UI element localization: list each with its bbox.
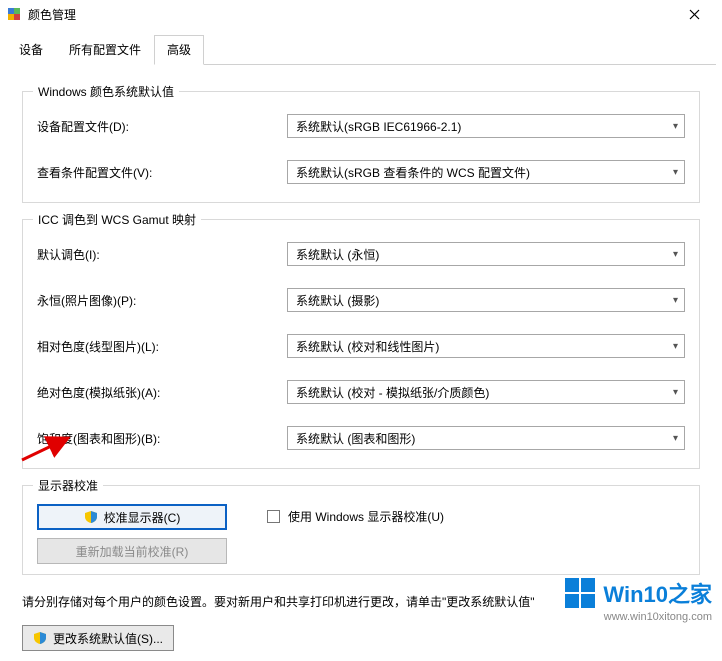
titlebar: 颜色管理 — [0, 0, 722, 28]
viewing-profile-value: 系统默认(sRGB 查看条件的 WCS 配置文件) — [296, 164, 530, 181]
reload-calibration-button[interactable]: 重新加载当前校准(R) — [37, 538, 227, 564]
relative-value: 系统默认 (校对和线性图片) — [296, 338, 439, 355]
device-profile-label: 设备配置文件(D): — [37, 118, 287, 135]
chevron-down-icon: ▾ — [673, 295, 678, 306]
calibration-row: 校准显示器(C) 重新加载当前校准(R) 使用 Windows 显示器校准(U) — [37, 504, 685, 564]
checkbox-box-icon — [267, 510, 280, 523]
watermark-brand-en: Win10 — [603, 582, 668, 607]
chevron-down-icon: ▾ — [673, 167, 678, 178]
relative-select[interactable]: 系统默认 (校对和线性图片) ▾ — [287, 334, 685, 358]
group-gamut-mapping: ICC 调色到 WCS Gamut 映射 默认调色(I): 系统默认 (永恒) … — [22, 219, 700, 469]
perceptual-value: 系统默认 (摄影) — [296, 292, 379, 309]
row-perceptual: 永恒(照片图像)(P): 系统默认 (摄影) ▾ — [37, 288, 685, 312]
saturation-label: 饱和度(图表和图形)(B): — [37, 430, 287, 447]
tab-advanced[interactable]: 高级 — [154, 35, 204, 65]
use-windows-calibration-checkbox[interactable]: 使用 Windows 显示器校准(U) — [267, 508, 444, 525]
tabstrip: 设备 所有配置文件 高级 — [0, 28, 722, 64]
viewing-profile-select[interactable]: 系统默认(sRGB 查看条件的 WCS 配置文件) ▾ — [287, 160, 685, 184]
row-viewing-profile: 查看条件配置文件(V): 系统默认(sRGB 查看条件的 WCS 配置文件) ▾ — [37, 160, 685, 184]
row-relative: 相对色度(线型图片)(L): 系统默认 (校对和线性图片) ▾ — [37, 334, 685, 358]
row-device-profile: 设备配置文件(D): 系统默认(sRGB IEC61966-2.1) ▾ — [37, 114, 685, 138]
saturation-select[interactable]: 系统默认 (图表和图形) ▾ — [287, 426, 685, 450]
group-calibration-legend: 显示器校准 — [33, 477, 103, 494]
saturation-value: 系统默认 (图表和图形) — [296, 430, 415, 447]
tab-content: Windows 颜色系统默认值 设备配置文件(D): 系统默认(sRGB IEC… — [0, 65, 722, 661]
relative-label: 相对色度(线型图片)(L): — [37, 338, 287, 355]
windows-logo-icon — [565, 578, 595, 608]
chevron-down-icon: ▾ — [673, 433, 678, 444]
watermark-brand: Win10之家 — [603, 577, 712, 609]
row-default-intent: 默认调色(I): 系统默认 (永恒) ▾ — [37, 242, 685, 266]
device-profile-select[interactable]: 系统默认(sRGB IEC61966-2.1) ▾ — [287, 114, 685, 138]
change-system-defaults-label: 更改系统默认值(S)... — [53, 630, 163, 647]
default-intent-label: 默认调色(I): — [37, 246, 287, 263]
absolute-label: 绝对色度(模拟纸张)(A): — [37, 384, 287, 401]
tab-device[interactable]: 设备 — [6, 35, 56, 65]
shield-icon — [33, 631, 47, 645]
watermark-url: www.win10xitong.com — [565, 611, 712, 623]
default-intent-select[interactable]: 系统默认 (永恒) ▾ — [287, 242, 685, 266]
group-display-calibration: 显示器校准 校准显示器(C) 重新加载当前校准(R) — [22, 485, 700, 575]
window-title: 颜色管理 — [28, 6, 672, 23]
perceptual-select[interactable]: 系统默认 (摄影) ▾ — [287, 288, 685, 312]
app-icon — [6, 6, 22, 22]
group-gamut-legend: ICC 调色到 WCS Gamut 映射 — [33, 211, 201, 228]
calibration-buttons: 校准显示器(C) 重新加载当前校准(R) — [37, 504, 227, 564]
tab-all-profiles[interactable]: 所有配置文件 — [56, 35, 154, 65]
chevron-down-icon: ▾ — [673, 387, 678, 398]
chevron-down-icon: ▾ — [673, 121, 678, 132]
chevron-down-icon: ▾ — [673, 249, 678, 260]
absolute-value: 系统默认 (校对 - 模拟纸张/介质颜色) — [296, 384, 489, 401]
use-windows-calibration-label: 使用 Windows 显示器校准(U) — [288, 508, 444, 525]
watermark: Win10之家 www.win10xitong.com — [565, 577, 712, 623]
calibrate-display-label: 校准显示器(C) — [104, 509, 181, 526]
calibrate-display-button[interactable]: 校准显示器(C) — [37, 504, 227, 530]
shield-icon — [84, 510, 98, 524]
row-absolute: 绝对色度(模拟纸张)(A): 系统默认 (校对 - 模拟纸张/介质颜色) ▾ — [37, 380, 685, 404]
watermark-logo: Win10之家 — [565, 577, 712, 609]
reload-calibration-label: 重新加载当前校准(R) — [76, 543, 189, 560]
close-icon — [689, 9, 700, 20]
group-windows-defaults: Windows 颜色系统默认值 设备配置文件(D): 系统默认(sRGB IEC… — [22, 91, 700, 203]
close-button[interactable] — [672, 0, 716, 28]
absolute-select[interactable]: 系统默认 (校对 - 模拟纸张/介质颜色) ▾ — [287, 380, 685, 404]
device-profile-value: 系统默认(sRGB IEC61966-2.1) — [296, 118, 461, 135]
viewing-profile-label: 查看条件配置文件(V): — [37, 164, 287, 181]
row-saturation: 饱和度(图表和图形)(B): 系统默认 (图表和图形) ▾ — [37, 426, 685, 450]
default-intent-value: 系统默认 (永恒) — [296, 246, 379, 263]
group-windows-defaults-legend: Windows 颜色系统默认值 — [33, 83, 179, 100]
perceptual-label: 永恒(照片图像)(P): — [37, 292, 287, 309]
chevron-down-icon: ▾ — [673, 341, 678, 352]
watermark-brand-zh: 之家 — [668, 582, 712, 607]
